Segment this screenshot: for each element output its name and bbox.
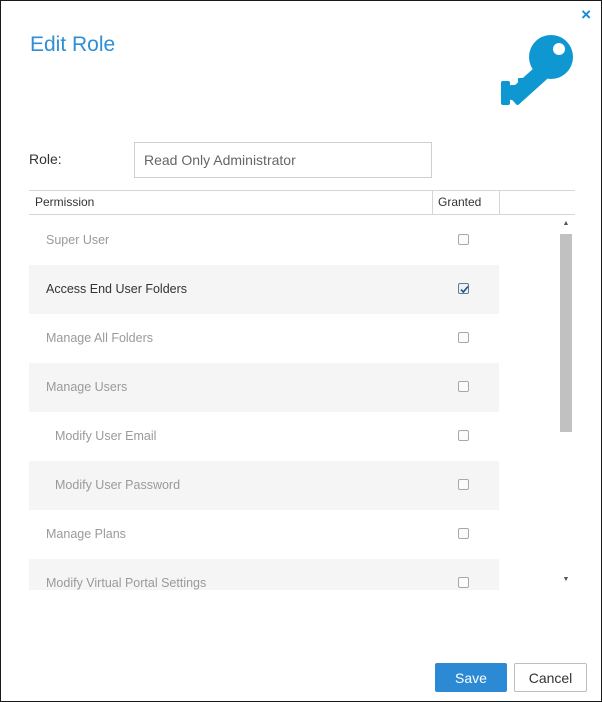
close-icon[interactable]: × — [581, 5, 591, 25]
permission-row: Manage Plans — [29, 510, 499, 559]
permission-label: Modify User Email — [55, 429, 157, 443]
checkmark-icon — [460, 285, 469, 294]
permission-label: Manage Users — [46, 380, 128, 394]
scrollbar-thumb[interactable] — [560, 234, 572, 432]
granted-checkbox[interactable] — [458, 479, 469, 490]
edit-role-dialog: × Edit Role Role: Permission Granted Sup… — [0, 0, 602, 702]
role-label: Role: — [29, 151, 62, 167]
permission-label: Manage All Folders — [46, 331, 154, 345]
permission-row: Modify User Email — [29, 412, 499, 461]
grid-header: Permission Granted — [29, 190, 575, 215]
granted-checkbox[interactable] — [458, 283, 469, 294]
permission-row: Modify Virtual Portal Settings — [29, 559, 499, 590]
permission-row: Manage All Folders — [29, 314, 499, 363]
granted-checkbox[interactable] — [458, 430, 469, 441]
permission-label: Manage Plans — [46, 527, 126, 541]
permission-label: Super User — [46, 233, 110, 247]
permission-row: Super User — [29, 216, 499, 265]
column-header-spacer — [499, 191, 576, 214]
permission-row: Access End User Folders — [29, 265, 499, 314]
granted-checkbox[interactable] — [458, 234, 469, 245]
permissions-grid: Permission Granted Super User Access End … — [29, 190, 575, 590]
scroll-down-arrow-icon[interactable]: ▼ — [559, 574, 573, 586]
permission-label: Access End User Folders — [46, 282, 188, 296]
role-name-input[interactable] — [134, 142, 432, 178]
grid-scrollbar[interactable]: ▲ ▼ — [559, 216, 573, 590]
dialog-title: Edit Role — [30, 33, 116, 56]
column-header-permission[interactable]: Permission — [35, 191, 94, 214]
key-icon — [501, 35, 573, 105]
permission-row: Modify User Password — [29, 461, 499, 510]
granted-checkbox[interactable] — [458, 528, 469, 539]
permission-label: Modify User Password — [55, 478, 181, 492]
cancel-button[interactable]: Cancel — [514, 663, 587, 692]
scroll-up-arrow-icon[interactable]: ▲ — [559, 218, 573, 230]
save-button[interactable]: Save — [435, 663, 507, 692]
permission-row: Manage Users — [29, 363, 499, 412]
permission-rows: Super User Access End User Folders Manage … — [29, 216, 499, 590]
column-header-granted[interactable]: Granted — [432, 191, 499, 214]
granted-checkbox[interactable] — [458, 332, 469, 343]
granted-checkbox[interactable] — [458, 381, 469, 392]
granted-checkbox[interactable] — [458, 577, 469, 588]
permission-label: Modify Virtual Portal Settings — [46, 576, 207, 590]
